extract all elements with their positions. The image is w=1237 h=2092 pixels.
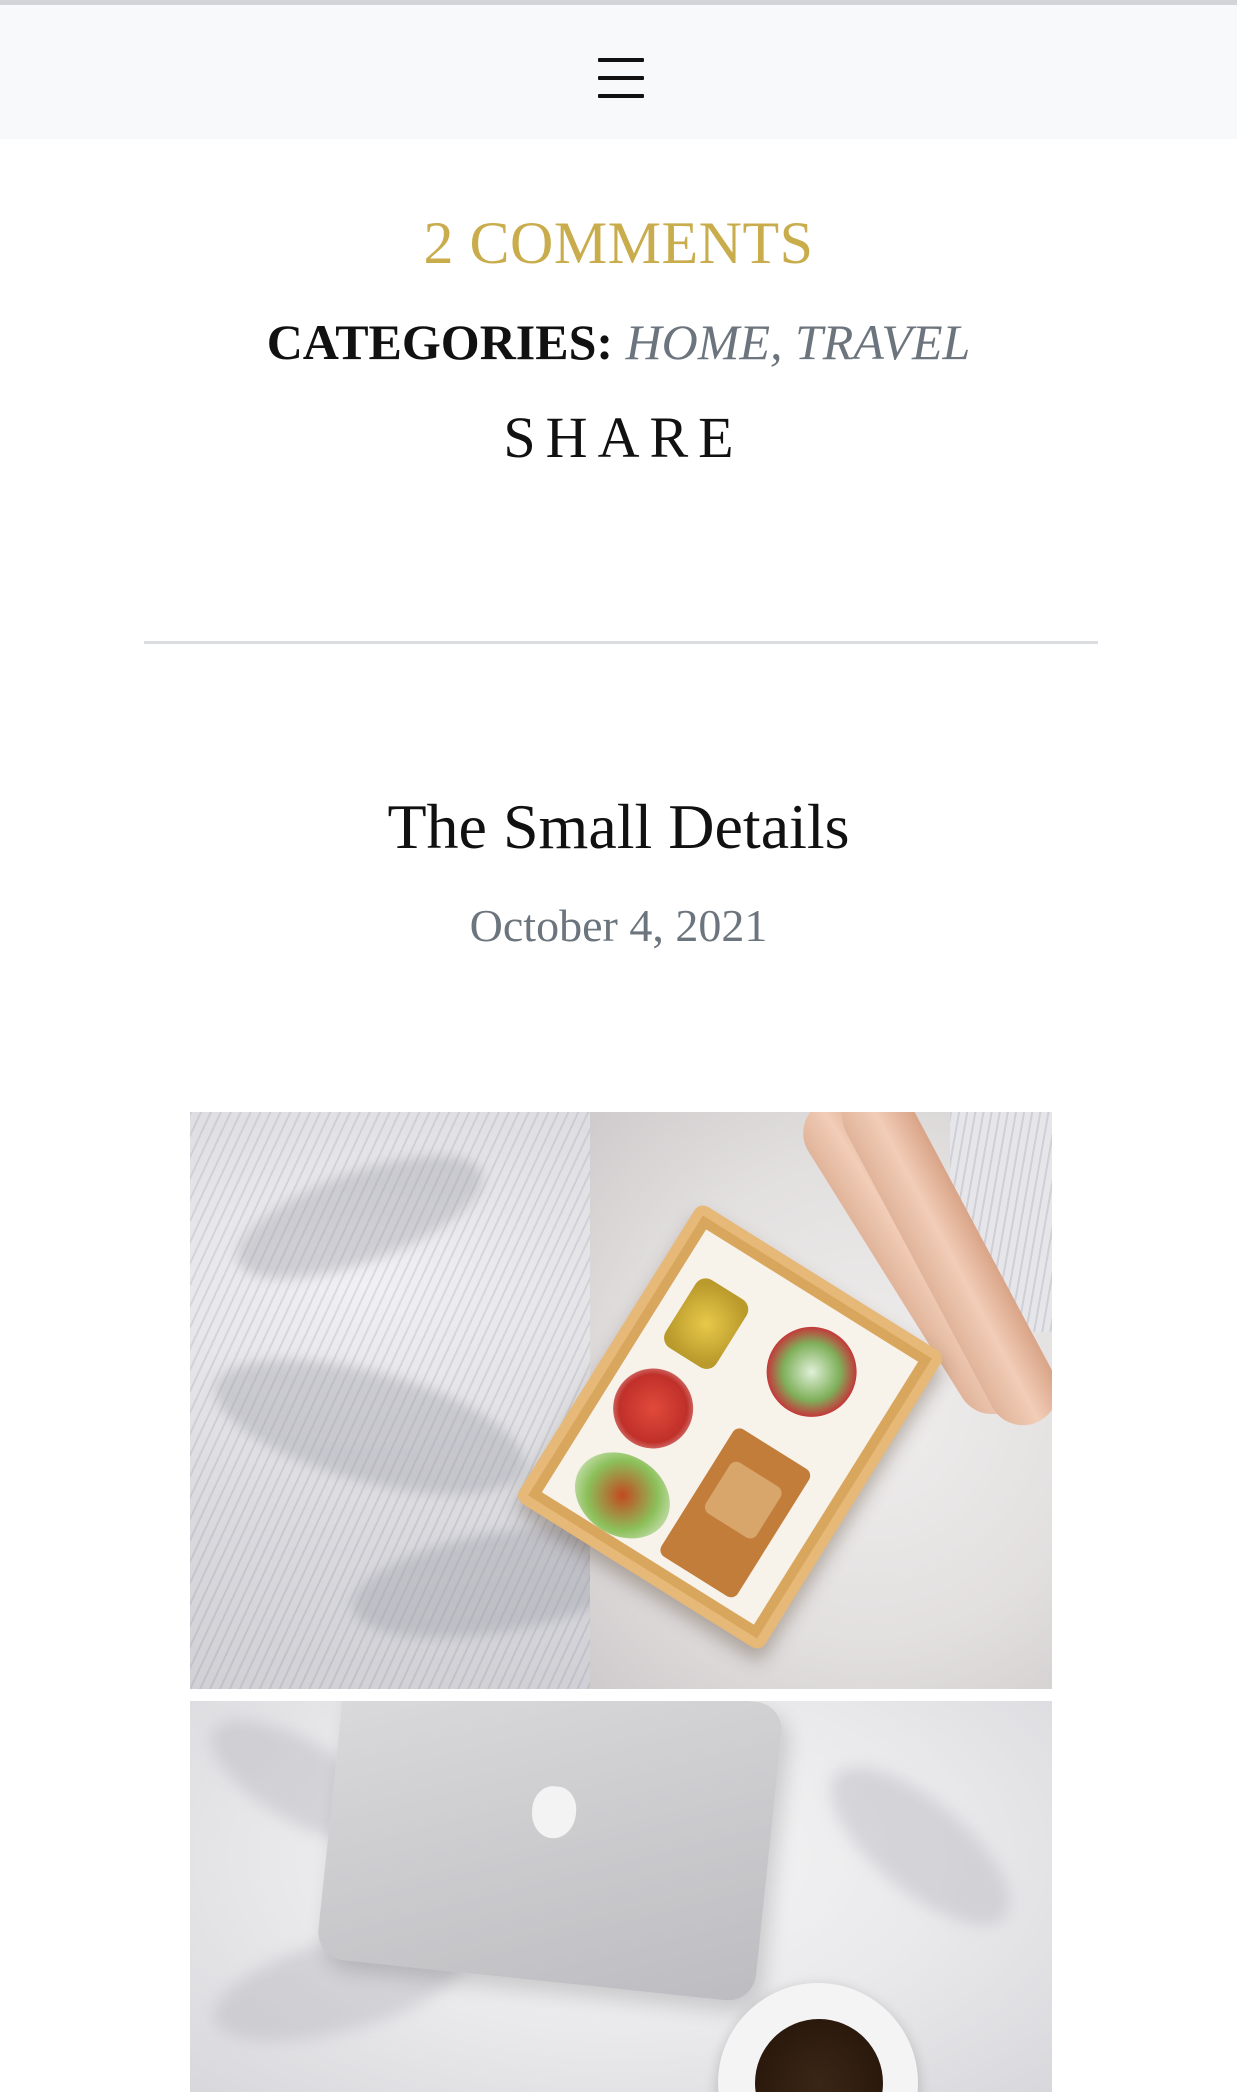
post-date: October 4, 2021 — [469, 900, 768, 951]
menu-bar-bottom — [598, 94, 644, 98]
categories-line: CATEGORIES: HOME, TRAVEL — [0, 310, 1237, 374]
category-link-home[interactable]: HOME — [626, 314, 770, 370]
category-link-travel[interactable]: TRAVEL — [795, 314, 970, 370]
salad-bowl — [749, 1309, 874, 1434]
duvet-fold — [222, 1130, 498, 1304]
apple-logo-icon — [529, 1784, 579, 1841]
categories-label: CATEGORIES: — [266, 314, 614, 370]
duvet-fold — [201, 1332, 539, 1522]
laptop — [315, 1701, 785, 2004]
hamburger-menu-icon[interactable] — [598, 55, 644, 101]
comments-link[interactable]: 2 COMMENTS — [0, 205, 1237, 281]
post-image-breakfast-tray[interactable] — [190, 1112, 1052, 1689]
post-image-laptop-coffee[interactable] — [190, 1701, 1052, 2092]
site-header — [0, 5, 1237, 139]
menu-bar-top — [598, 58, 644, 62]
post-title[interactable]: The Small Details — [0, 785, 1237, 869]
menu-bar-middle — [598, 76, 644, 80]
share-heading[interactable]: SHARE — [0, 402, 1237, 474]
sheet-crease — [806, 1740, 1034, 1952]
category-separator: , — [770, 314, 795, 370]
section-divider — [144, 641, 1098, 644]
strawberry-bowl — [598, 1353, 709, 1464]
juice-jar — [659, 1273, 753, 1374]
